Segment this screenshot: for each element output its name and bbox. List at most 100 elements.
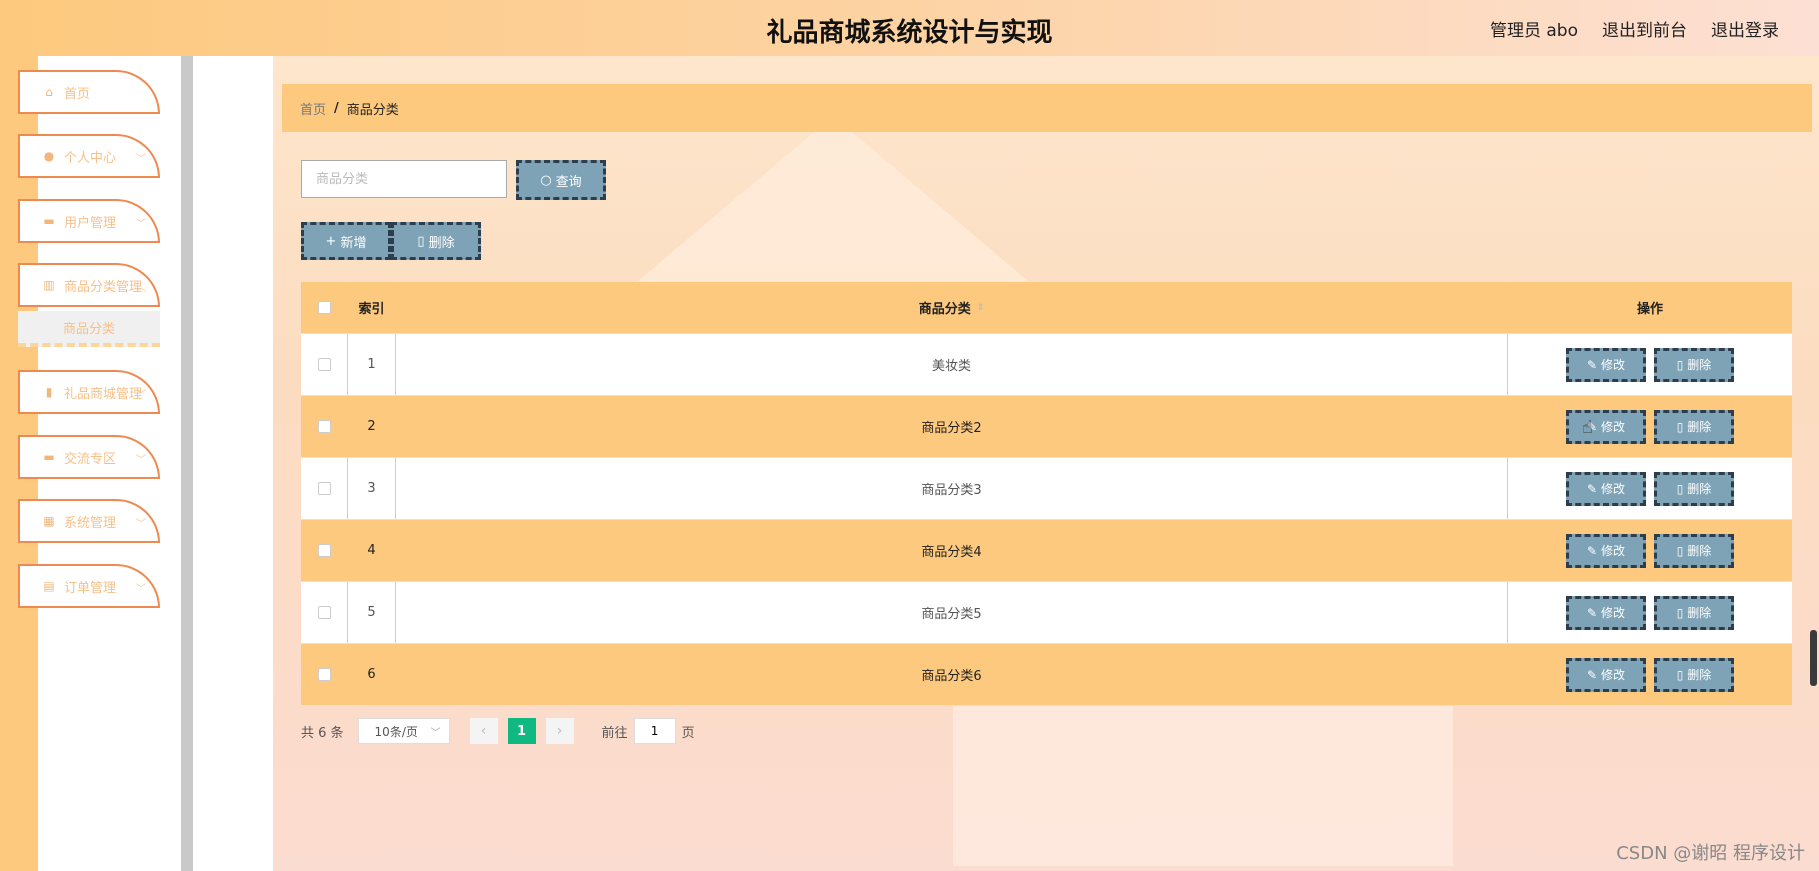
sidebar-item-label: 交流专区 <box>64 451 117 467</box>
row-actions: ✎ 修改 ▯ 删除 <box>1508 396 1792 457</box>
edit-label: 修改 <box>1601 482 1626 496</box>
row-checkbox[interactable] <box>317 482 331 495</box>
row-checkbox[interactable] <box>317 544 331 557</box>
edit-button[interactable]: ✎ 修改 <box>1566 471 1646 506</box>
edit-label: 修改 <box>1601 668 1626 682</box>
edit-button[interactable]: ✎ 修改 <box>1566 409 1646 444</box>
page-size-value: 10条/页 <box>374 724 418 739</box>
to-front-link[interactable]: 退出到前台 <box>1602 16 1687 41</box>
row-checkbox[interactable] <box>317 358 331 371</box>
header-name[interactable]: 商品分类 ⇕ <box>396 282 1508 333</box>
sidebar-item-label: 订单管理 <box>64 580 117 596</box>
trash-icon: ▯ <box>1676 481 1684 496</box>
delete-button[interactable]: ▯ 删除 <box>1654 595 1734 630</box>
header-index: 索引 <box>348 282 396 333</box>
sidebar-item-system[interactable]: ▦ 系统管理 ﹀ <box>18 499 160 543</box>
search-button-label: 查询 <box>555 174 582 190</box>
row-checkbox-cell <box>301 520 348 581</box>
delete-label: 删除 <box>1687 420 1712 434</box>
page-scrollbar[interactable] <box>1810 630 1817 686</box>
page-size-select[interactable]: 10条/页 ﹀ <box>357 718 450 744</box>
edit-button[interactable]: ✎ 修改 <box>1566 595 1646 630</box>
delete-button[interactable]: ▯ 删除 <box>1654 657 1734 692</box>
chevron-down-icon: ﹀ <box>136 519 146 530</box>
trash-icon: ▯ <box>417 233 425 249</box>
row-checkbox[interactable] <box>317 606 331 619</box>
row-name: 商品分类6 <box>396 644 1508 705</box>
header-ops: 操作 <box>1636 302 1663 317</box>
row-actions: ✎ 修改 ▯ 删除 <box>1508 582 1792 643</box>
sidebar-item-gift-mgmt[interactable]: ▮ 礼品商城管理 ﹀ <box>18 370 160 414</box>
chevron-right-icon: › <box>556 723 563 739</box>
row-checkbox-cell <box>301 334 348 395</box>
monitor-icon: ▬ <box>43 214 55 228</box>
trash-icon: ▯ <box>1676 667 1684 682</box>
row-index: 1 <box>348 334 396 395</box>
row-index: 3 <box>348 458 396 519</box>
sidebar-item-forum[interactable]: ▬ 交流专区 ﹀ <box>18 435 160 479</box>
row-checkbox[interactable] <box>317 420 331 433</box>
breadcrumb-current: 商品分类 <box>346 102 399 118</box>
edit-label: 修改 <box>1601 420 1626 434</box>
bar-icon: ▥ <box>43 278 55 292</box>
batch-delete-button[interactable]: ▯ 删除 <box>391 222 481 260</box>
edit-icon: ✎ <box>1586 543 1598 558</box>
sidebar-item-label: 用户管理 <box>64 215 117 231</box>
delete-button[interactable]: ▯ 删除 <box>1654 409 1734 444</box>
next-page-button[interactable]: › <box>545 718 574 744</box>
row-checkbox-cell <box>301 396 348 457</box>
page-number-current[interactable]: 1 <box>507 718 536 744</box>
row-index: 5 <box>348 582 396 643</box>
prev-page-button[interactable]: ‹ <box>469 718 498 744</box>
delete-button[interactable]: ▯ 删除 <box>1654 471 1734 506</box>
delete-label: 删除 <box>1687 668 1712 682</box>
search-input[interactable] <box>301 160 507 198</box>
header-actions: 管理员 abo 退出到前台 退出登录 <box>1490 16 1779 41</box>
edit-button[interactable]: ✎ 修改 <box>1566 533 1646 568</box>
breadcrumb-home[interactable]: 首页 <box>300 99 326 118</box>
sidebar-item-orders[interactable]: ▤ 订单管理 ﹀ <box>18 564 160 608</box>
sort-icon[interactable]: ⇕ <box>977 303 985 313</box>
logout-link[interactable]: 退出登录 <box>1711 16 1779 41</box>
top-header: 礼品商城系统设计与实现 管理员 abo 退出到前台 退出登录 <box>0 0 1819 56</box>
select-all-checkbox[interactable] <box>317 301 331 314</box>
edit-button[interactable]: ✎ 修改 <box>1566 347 1646 382</box>
delete-button[interactable]: ▯ 删除 <box>1654 347 1734 382</box>
search-icon: ○ <box>540 172 552 188</box>
row-name: 美妆类 <box>396 334 1508 395</box>
trash-icon: ▯ <box>1676 419 1684 434</box>
edit-label: 修改 <box>1601 358 1626 372</box>
edit-label: 修改 <box>1601 606 1626 620</box>
row-index: 4 <box>348 520 396 581</box>
table-header: 索引 商品分类 ⇕ 操作 <box>301 282 1792 334</box>
edit-label: 修改 <box>1601 544 1626 558</box>
home-icon: ⌂ <box>45 85 53 99</box>
row-actions: ✎ 修改 ▯ 删除 <box>1508 334 1792 395</box>
row-checkbox[interactable] <box>317 668 331 681</box>
sidebar-item-category-mgmt[interactable]: ▥ 商品分类管理 ︿ <box>18 263 160 307</box>
user-icon: ● <box>43 149 55 163</box>
sidebar-item-label: 个人中心 <box>64 150 117 166</box>
sidebar-gap <box>193 56 273 871</box>
add-button-label: 新增 <box>340 235 367 251</box>
goto-label: 前往 <box>601 725 628 741</box>
delete-label: 删除 <box>1687 358 1712 372</box>
row-name: 商品分类3 <box>396 458 1508 519</box>
search-button[interactable]: ○ 查询 <box>516 160 606 200</box>
submenu-item-category[interactable]: 商品分类 <box>18 311 160 347</box>
add-button[interactable]: + 新增 <box>301 222 391 260</box>
sidebar-item-profile[interactable]: ● 个人中心 ﹀ <box>18 134 160 178</box>
sidebar-item-users[interactable]: ▬ 用户管理 ﹀ <box>18 199 160 243</box>
chevron-down-icon: ﹀ <box>136 154 146 165</box>
delete-button[interactable]: ▯ 删除 <box>1654 533 1734 568</box>
delete-label: 删除 <box>1687 544 1712 558</box>
sidebar-item-home[interactable]: ⌂ 首页 <box>18 70 160 114</box>
row-name: 商品分类5 <box>396 582 1508 643</box>
row-index: 2 <box>348 396 396 457</box>
goto-page-input[interactable] <box>633 718 676 744</box>
table-row: 4 商品分类4 ✎ 修改 ▯ 删除 <box>301 520 1792 582</box>
admin-label: 管理员 abo <box>1489 21 1578 41</box>
trash-icon: ▯ <box>1676 357 1684 372</box>
edit-button[interactable]: ✎ 修改 <box>1566 657 1646 692</box>
sidebar-scrollbar[interactable] <box>181 56 193 871</box>
